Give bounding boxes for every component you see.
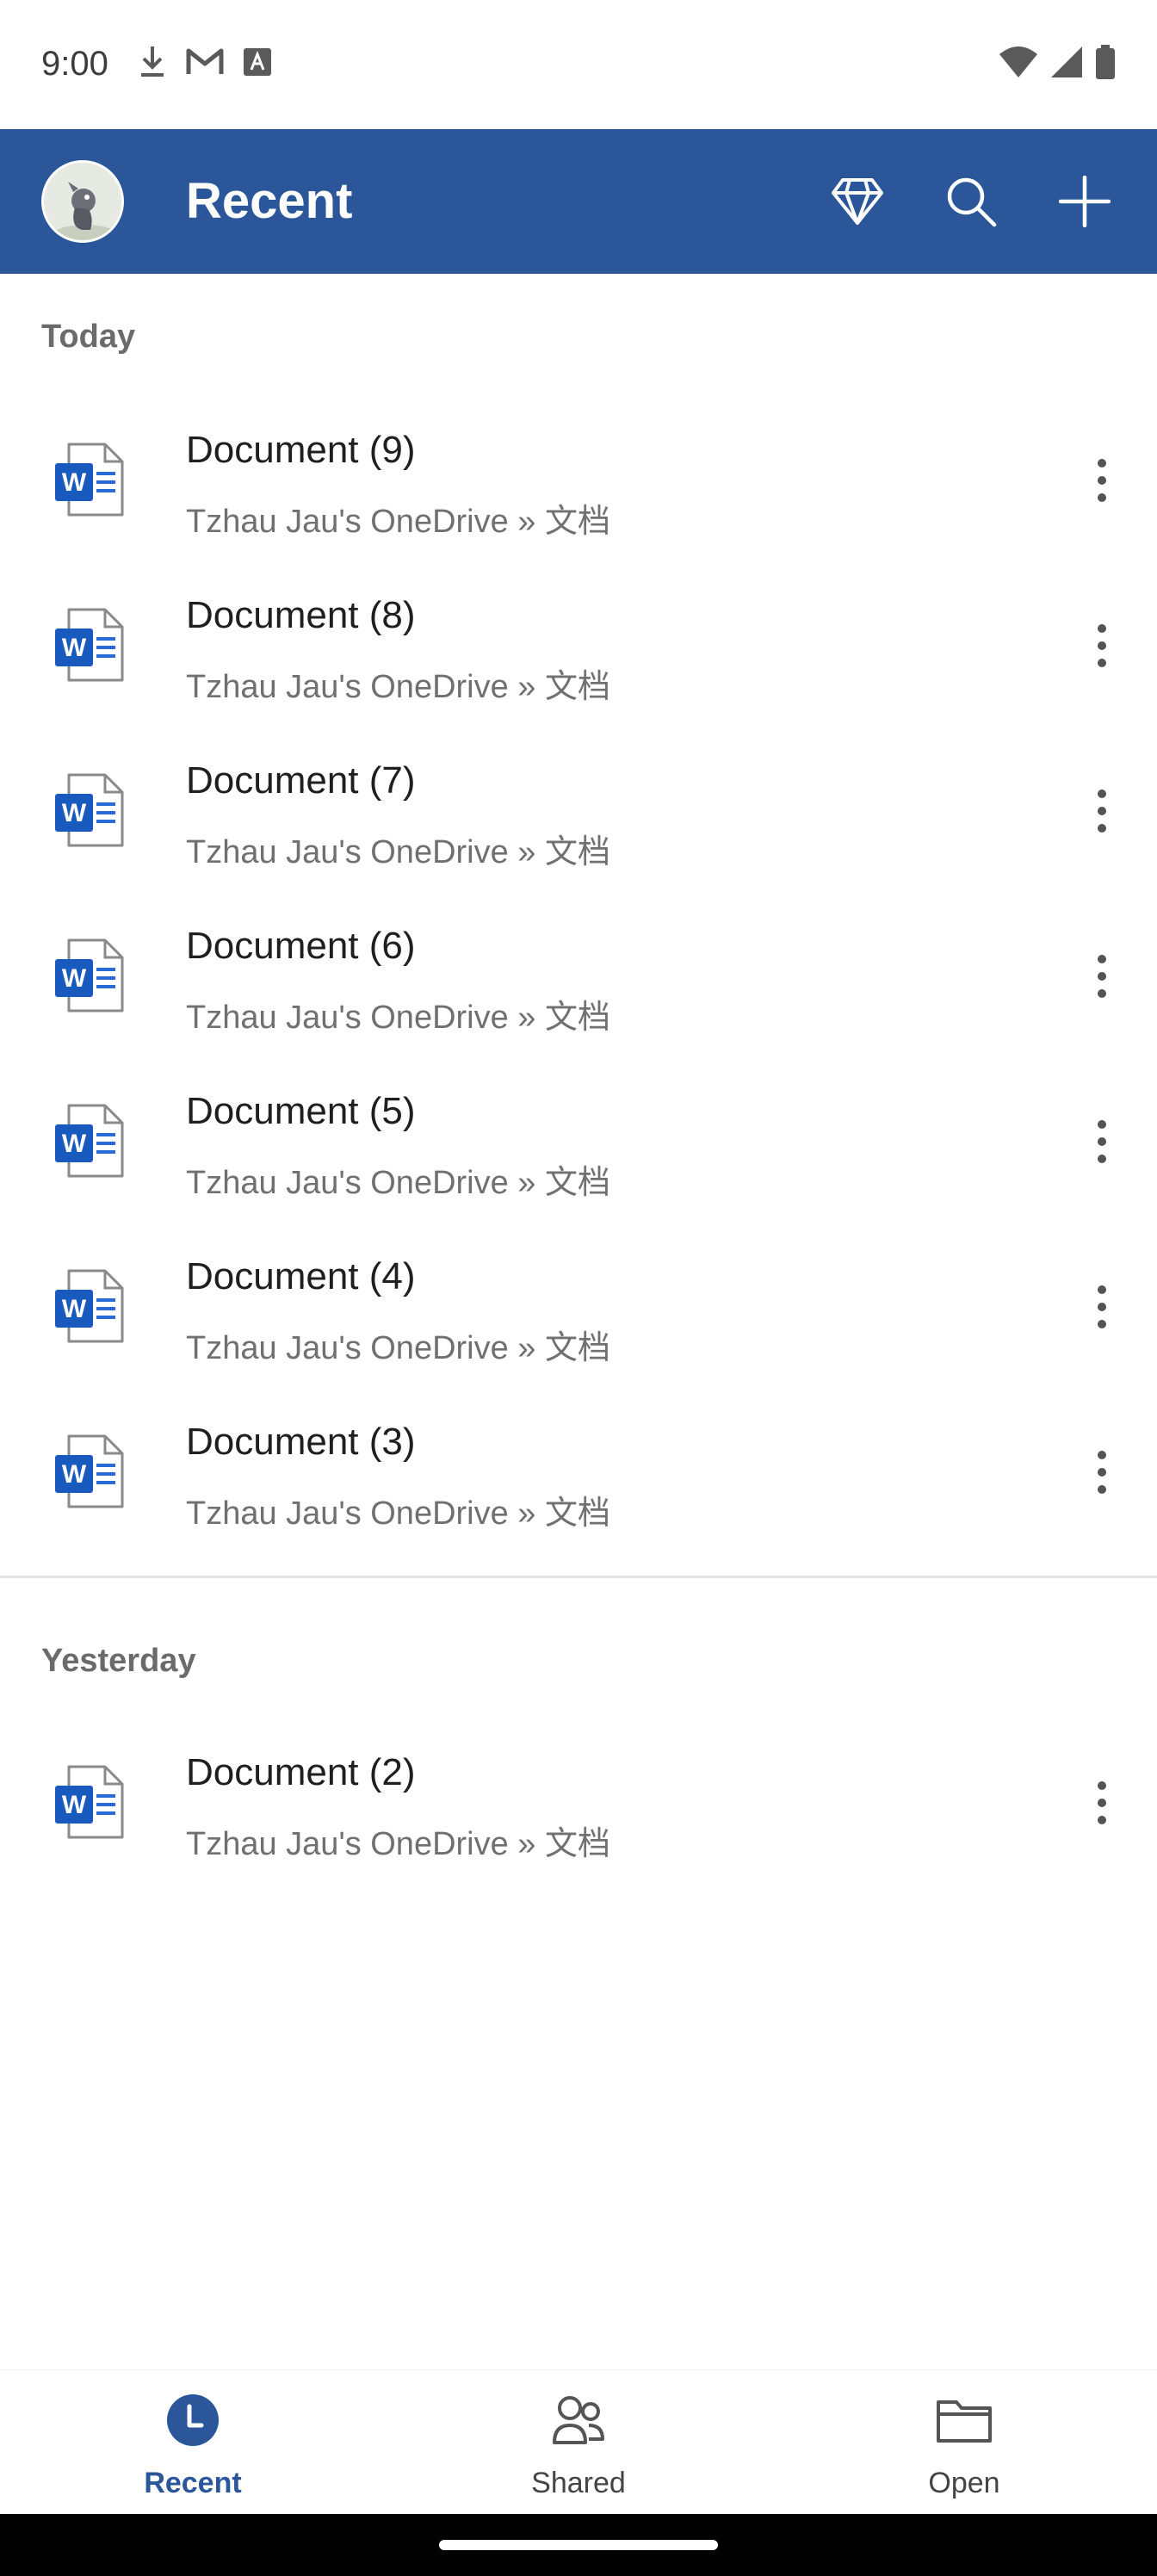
svg-text:W: W xyxy=(62,799,87,827)
document-row[interactable]: W Document (7) Tzhau Jau's OneDrive » 文档 xyxy=(0,728,1157,894)
svg-text:W: W xyxy=(62,1295,87,1323)
document-row[interactable]: W Document (6) Tzhau Jau's OneDrive » 文档 xyxy=(0,894,1157,1059)
svg-text:W: W xyxy=(62,1791,87,1819)
document-location: Tzhau Jau's OneDrive » 文档 xyxy=(186,1495,610,1532)
svg-text:W: W xyxy=(62,468,87,497)
nav-tab-open[interactable]: Open xyxy=(771,2370,1157,2515)
status-system-icons xyxy=(999,45,1116,79)
more-vertical-icon xyxy=(1098,790,1106,833)
more-vertical-icon xyxy=(1098,1781,1106,1824)
home-gesture-handle[interactable] xyxy=(439,2540,718,2550)
document-location: Tzhau Jau's OneDrive » 文档 xyxy=(186,834,610,870)
wifi-icon xyxy=(999,46,1037,77)
document-row[interactable]: W Document (4) Tzhau Jau's OneDrive » 文档 xyxy=(0,1224,1157,1390)
svg-text:W: W xyxy=(62,634,87,662)
document-title: Document (4) xyxy=(186,1255,416,1297)
document-title: Document (8) xyxy=(186,594,416,636)
more-vertical-icon xyxy=(1098,624,1106,667)
more-options-button[interactable] xyxy=(1067,1768,1136,1837)
section-header-today: Today xyxy=(41,319,136,355)
document-title: Document (3) xyxy=(186,1421,416,1463)
premium-diamond-icon xyxy=(832,178,883,225)
word-file-icon: W xyxy=(55,773,124,847)
word-file-icon: W xyxy=(55,938,124,1012)
premium-button[interactable] xyxy=(820,164,895,239)
gmail-icon xyxy=(186,48,224,74)
more-options-button[interactable] xyxy=(1067,611,1136,680)
battery-icon xyxy=(1096,45,1115,79)
more-vertical-icon xyxy=(1098,1285,1106,1328)
document-title: Document (5) xyxy=(186,1090,416,1132)
status-notification-icons xyxy=(138,45,272,79)
avatar[interactable] xyxy=(41,160,124,243)
word-file-icon: W xyxy=(55,608,124,682)
search-icon xyxy=(947,177,997,227)
nav-tab-recent[interactable]: Recent xyxy=(0,2370,386,2515)
download-icon xyxy=(141,46,164,77)
document-location: Tzhau Jau's OneDrive » 文档 xyxy=(186,669,610,705)
word-file-icon: W xyxy=(55,1765,124,1839)
nav-tab-shared[interactable]: Shared xyxy=(386,2370,771,2515)
svg-text:W: W xyxy=(62,964,87,993)
word-file-icon: W xyxy=(55,443,124,517)
more-vertical-icon xyxy=(1098,955,1106,998)
document-row[interactable]: W Document (3) Tzhau Jau's OneDrive » 文档 xyxy=(0,1390,1157,1555)
nav-label-recent: Recent xyxy=(144,2467,242,2499)
document-row[interactable]: W Document (9) Tzhau Jau's OneDrive » 文档 xyxy=(0,398,1157,563)
word-file-icon: W xyxy=(55,1434,124,1508)
document-row[interactable]: W Document (2) Tzhau Jau's OneDrive » 文档 xyxy=(0,1720,1157,1886)
gesture-navigation-bar xyxy=(0,2514,1157,2576)
nav-label-open: Open xyxy=(928,2467,1000,2499)
people-icon xyxy=(548,2393,609,2448)
document-title: Document (2) xyxy=(186,1751,416,1793)
svg-text:W: W xyxy=(62,1130,87,1158)
bottom-navigation: Recent Shared Open xyxy=(0,2369,1157,2514)
document-location: Tzhau Jau's OneDrive » 文档 xyxy=(186,504,610,540)
font-a-icon xyxy=(244,48,271,76)
document-title: Document (9) xyxy=(186,429,416,471)
avatar-image xyxy=(44,163,121,240)
more-options-button[interactable] xyxy=(1067,1438,1136,1507)
app-bar: Recent xyxy=(0,129,1157,274)
folder-icon xyxy=(933,2393,995,2448)
add-button[interactable] xyxy=(1047,164,1123,239)
document-location: Tzhau Jau's OneDrive » 文档 xyxy=(186,1330,610,1366)
add-icon xyxy=(1059,176,1111,227)
section-header-yesterday: Yesterday xyxy=(41,1643,196,1679)
status-bar: 9:00 xyxy=(0,0,1157,129)
word-file-icon: W xyxy=(55,1269,124,1343)
more-vertical-icon xyxy=(1098,459,1106,502)
clock-icon xyxy=(162,2393,224,2448)
document-location: Tzhau Jau's OneDrive » 文档 xyxy=(186,1826,610,1862)
svg-text:W: W xyxy=(62,1460,87,1489)
signal-icon xyxy=(1051,46,1082,77)
more-options-button[interactable] xyxy=(1067,446,1136,515)
nav-label-shared: Shared xyxy=(531,2467,626,2499)
document-title: Document (6) xyxy=(186,925,416,967)
status-time: 9:00 xyxy=(41,45,108,83)
word-file-icon: W xyxy=(55,1104,124,1178)
document-location: Tzhau Jau's OneDrive » 文档 xyxy=(186,1165,610,1201)
document-row[interactable]: W Document (5) Tzhau Jau's OneDrive » 文档 xyxy=(0,1059,1157,1224)
document-row[interactable]: W Document (8) Tzhau Jau's OneDrive » 文档 xyxy=(0,563,1157,728)
more-vertical-icon xyxy=(1098,1451,1106,1494)
page-title: Recent xyxy=(186,173,353,229)
document-location: Tzhau Jau's OneDrive » 文档 xyxy=(186,1000,610,1036)
section-divider xyxy=(0,1576,1157,1578)
more-options-button[interactable] xyxy=(1067,777,1136,845)
more-options-button[interactable] xyxy=(1067,942,1136,1011)
more-vertical-icon xyxy=(1098,1120,1106,1163)
search-button[interactable] xyxy=(933,164,1009,239)
more-options-button[interactable] xyxy=(1067,1273,1136,1341)
document-title: Document (7) xyxy=(186,759,416,802)
more-options-button[interactable] xyxy=(1067,1107,1136,1176)
